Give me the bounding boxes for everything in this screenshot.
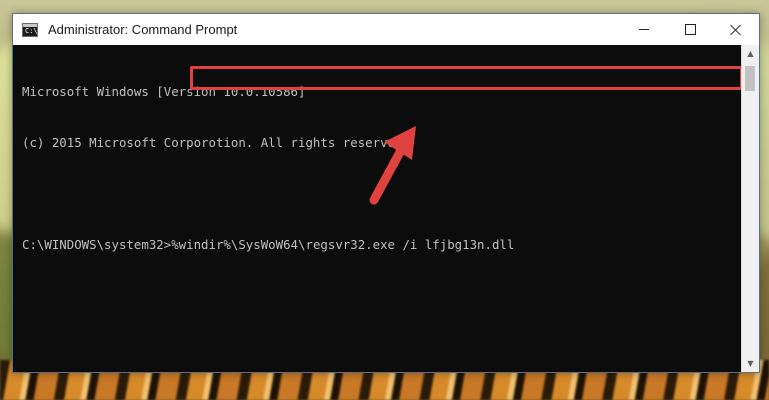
- red-arrow-icon: [369, 126, 416, 205]
- maximize-icon: [684, 24, 696, 35]
- maximize-button[interactable]: [667, 14, 713, 45]
- close-icon: [730, 24, 742, 36]
- scrollbar-thumb[interactable]: [745, 66, 755, 91]
- scroll-up-icon: ▲: [747, 49, 754, 58]
- console-prompt: C:\WINDOWS\system32>: [22, 237, 172, 252]
- close-button[interactable]: [713, 14, 759, 45]
- cmd-icon-label: C:\_: [25, 26, 42, 35]
- scroll-up-button[interactable]: ▲: [742, 45, 759, 62]
- console-command[interactable]: %windir%\SysWoW64\regsvr32.exe /i lfjbg1…: [171, 236, 514, 253]
- scroll-down-button[interactable]: ▼: [742, 355, 759, 372]
- vertical-scrollbar[interactable]: ▲ ▼: [741, 45, 759, 372]
- cmd-icon: C:\_: [22, 22, 42, 37]
- minimize-icon: [639, 29, 649, 30]
- minimize-button[interactable]: [621, 14, 667, 45]
- window-title: Administrator: Command Prompt: [48, 22, 238, 37]
- window-controls: [621, 14, 759, 45]
- scroll-down-icon: ▼: [747, 359, 754, 368]
- title-bar[interactable]: C:\_ Administrator: Command Prompt: [13, 14, 759, 45]
- command-line[interactable]: C:\WINDOWS\system32>%windir%\SysWoW64\re…: [22, 236, 740, 253]
- command-highlight-box: [190, 66, 743, 90]
